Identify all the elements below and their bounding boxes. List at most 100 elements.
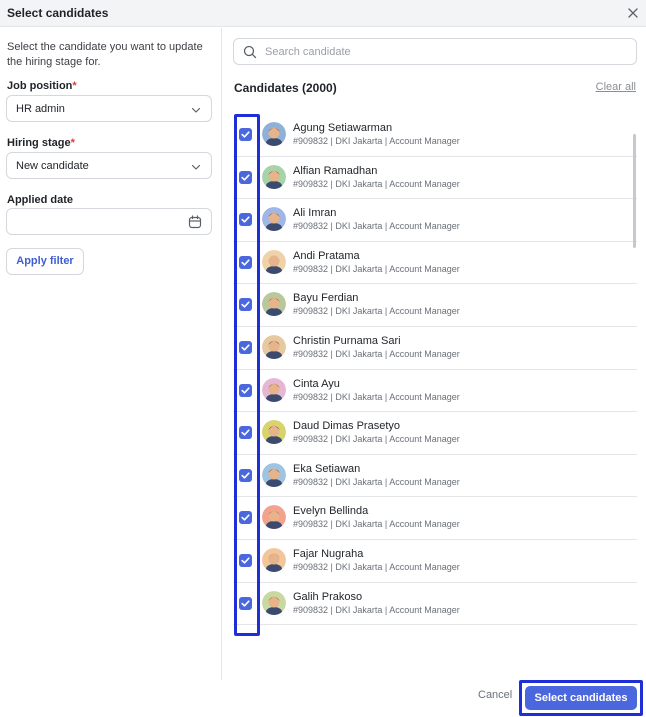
- check-icon: [241, 557, 250, 564]
- search-placeholder: Search candidate: [265, 46, 351, 58]
- check-icon: [241, 301, 250, 308]
- avatar: [262, 420, 286, 445]
- candidate-name: Cinta Ayu: [293, 377, 340, 390]
- candidate-name: Fajar Nugraha: [293, 547, 364, 560]
- candidate-checkbox[interactable]: [239, 553, 252, 567]
- candidate-name: Eka Setiawan: [293, 462, 361, 475]
- scrollbar[interactable]: [633, 134, 636, 248]
- candidate-checkbox[interactable]: [239, 170, 252, 184]
- list-item[interactable]: Ali Imran #909832 | DKI Jakarta | Account…: [233, 199, 637, 242]
- list-item[interactable]: Daud Dimas Prasetyo #909832 | DKI Jakarta…: [233, 412, 637, 455]
- candidate-meta: #909832 | DKI Jakarta | Account Manager: [293, 263, 460, 274]
- search-input[interactable]: Search candidate: [233, 38, 637, 65]
- check-icon: [241, 131, 250, 138]
- job-position-label: Job position*: [7, 80, 77, 92]
- candidate-meta: #909832 | DKI Jakarta | Account Manager: [293, 434, 460, 445]
- avatar: [262, 164, 286, 189]
- candidate-panel: Search candidate Candidates (2000) Clear…: [223, 28, 646, 680]
- candidate-name: Alfian Ramadhan: [293, 164, 378, 177]
- avatar: [262, 590, 286, 615]
- candidate-name: Daud Dimas Prasetyo: [293, 420, 400, 433]
- avatar: [262, 462, 286, 487]
- applied-date-input[interactable]: [6, 208, 212, 235]
- avatar: [262, 292, 286, 317]
- candidate-checkbox[interactable]: [239, 128, 252, 141]
- list-item[interactable]: Andi Pratama #909832 | DKI Jakarta | Acco…: [233, 242, 637, 285]
- candidate-meta: #909832 | DKI Jakarta | Account Manager: [293, 348, 460, 359]
- list-item[interactable]: Galih Prakoso #909832 | DKI Jakarta | Acc…: [233, 583, 637, 626]
- applied-date-label: Applied date: [7, 194, 74, 206]
- candidate-meta: #909832 | DKI Jakarta | Account Manager: [293, 306, 460, 317]
- candidate-checkbox[interactable]: [239, 383, 252, 397]
- hiring-stage-select[interactable]: New candidate: [6, 152, 212, 179]
- list-item[interactable]: Agung Setiawarman #909832 | DKI Jakarta |…: [233, 114, 637, 157]
- dialog-header: Select candidates: [0, 0, 646, 27]
- list-item[interactable]: Fajar Nugraha #909832 | DKI Jakarta | Acc…: [233, 540, 637, 583]
- dialog-title: Select candidates: [7, 6, 109, 20]
- candidate-meta: #909832 | DKI Jakarta | Account Manager: [293, 519, 460, 530]
- dialog-footer: Cancel Select candidates: [0, 680, 646, 717]
- avatar: [262, 334, 286, 359]
- filter-panel: Select the candidate you want to update …: [0, 28, 222, 680]
- filter-description: Select the candidate you want to update …: [7, 41, 203, 68]
- check-icon: [241, 599, 250, 607]
- list-item[interactable]: Evelyn Bellinda #909832 | DKI Jakarta | A…: [233, 497, 637, 540]
- list-item[interactable]: Alfian Ramadhan #909832 | DKI Jakarta | A…: [233, 157, 637, 200]
- candidate-name: Andi Pratama: [293, 249, 360, 262]
- cancel-button[interactable]: Cancel: [478, 689, 512, 701]
- candidate-name: Agung Setiawarman: [293, 122, 393, 134]
- candidate-checkbox[interactable]: [239, 298, 252, 312]
- clear-all-link[interactable]: Clear all: [596, 81, 636, 93]
- candidate-checkbox[interactable]: [239, 255, 252, 269]
- required-marker: *: [70, 137, 75, 149]
- candidate-meta: #909832 | DKI Jakarta | Account Manager: [293, 221, 460, 232]
- list-item[interactable]: Christin Purnama Sari #909832 | DKI Jakar…: [233, 327, 637, 370]
- avatar: [262, 249, 286, 274]
- candidate-meta: #909832 | DKI Jakarta | Account Manager: [293, 604, 460, 615]
- avatar: [262, 122, 286, 146]
- candidates-heading: Candidates (2000): [234, 81, 337, 95]
- submit-highlight: Select candidates: [519, 680, 643, 716]
- hiring-stage-label: Hiring stage*: [7, 137, 75, 149]
- chevron-down-icon: [190, 103, 202, 115]
- avatar: [262, 207, 286, 232]
- check-icon: [241, 259, 250, 266]
- check-icon: [241, 216, 250, 223]
- candidate-checkbox[interactable]: [239, 426, 252, 440]
- avatar: [262, 547, 286, 572]
- search-icon: [243, 45, 257, 59]
- check-icon: [241, 386, 250, 394]
- candidate-name: Ali Imran: [293, 207, 337, 220]
- job-position-value: HR admin: [16, 103, 65, 115]
- close-icon[interactable]: [624, 4, 642, 22]
- candidate-meta: #909832 | DKI Jakarta | Account Manager: [293, 136, 460, 146]
- candidate-meta: #909832 | DKI Jakarta | Account Manager: [293, 476, 460, 487]
- list-item[interactable]: Cinta Ayu #909832 | DKI Jakarta | Account…: [233, 370, 637, 413]
- candidate-checkbox[interactable]: [239, 213, 252, 227]
- check-icon: [241, 429, 250, 436]
- required-marker: *: [72, 80, 77, 92]
- candidate-name: Evelyn Bellinda: [293, 505, 369, 518]
- candidate-checkbox[interactable]: [239, 596, 252, 610]
- chevron-down-icon: [190, 160, 202, 172]
- avatar: [262, 505, 286, 530]
- candidate-name: Christin Purnama Sari: [293, 334, 401, 347]
- candidate-meta: #909832 | DKI Jakarta | Account Manager: [293, 178, 460, 189]
- select-candidates-button[interactable]: Select candidates: [525, 686, 637, 710]
- list-item[interactable]: Bayu Ferdian #909832 | DKI Jakarta | Acco…: [233, 284, 637, 327]
- list-item[interactable]: Eka Setiawan #909832 | DKI Jakarta | Acco…: [233, 455, 637, 498]
- check-icon: [241, 173, 250, 181]
- apply-filter-button[interactable]: Apply filter: [6, 248, 84, 275]
- check-icon: [241, 344, 250, 351]
- candidate-checkbox[interactable]: [239, 340, 252, 354]
- candidate-checkbox[interactable]: [239, 468, 252, 482]
- check-icon: [241, 472, 250, 479]
- job-position-select[interactable]: HR admin: [6, 95, 212, 122]
- candidate-checkbox[interactable]: [239, 511, 252, 525]
- avatar: [262, 377, 286, 402]
- candidate-meta: #909832 | DKI Jakarta | Account Manager: [293, 561, 460, 572]
- candidate-list: Agung Setiawarman #909832 | DKI Jakarta |…: [233, 114, 637, 626]
- candidate-name: Bayu Ferdian: [293, 292, 359, 305]
- calendar-icon[interactable]: [188, 215, 202, 229]
- hiring-stage-value: New candidate: [16, 160, 89, 172]
